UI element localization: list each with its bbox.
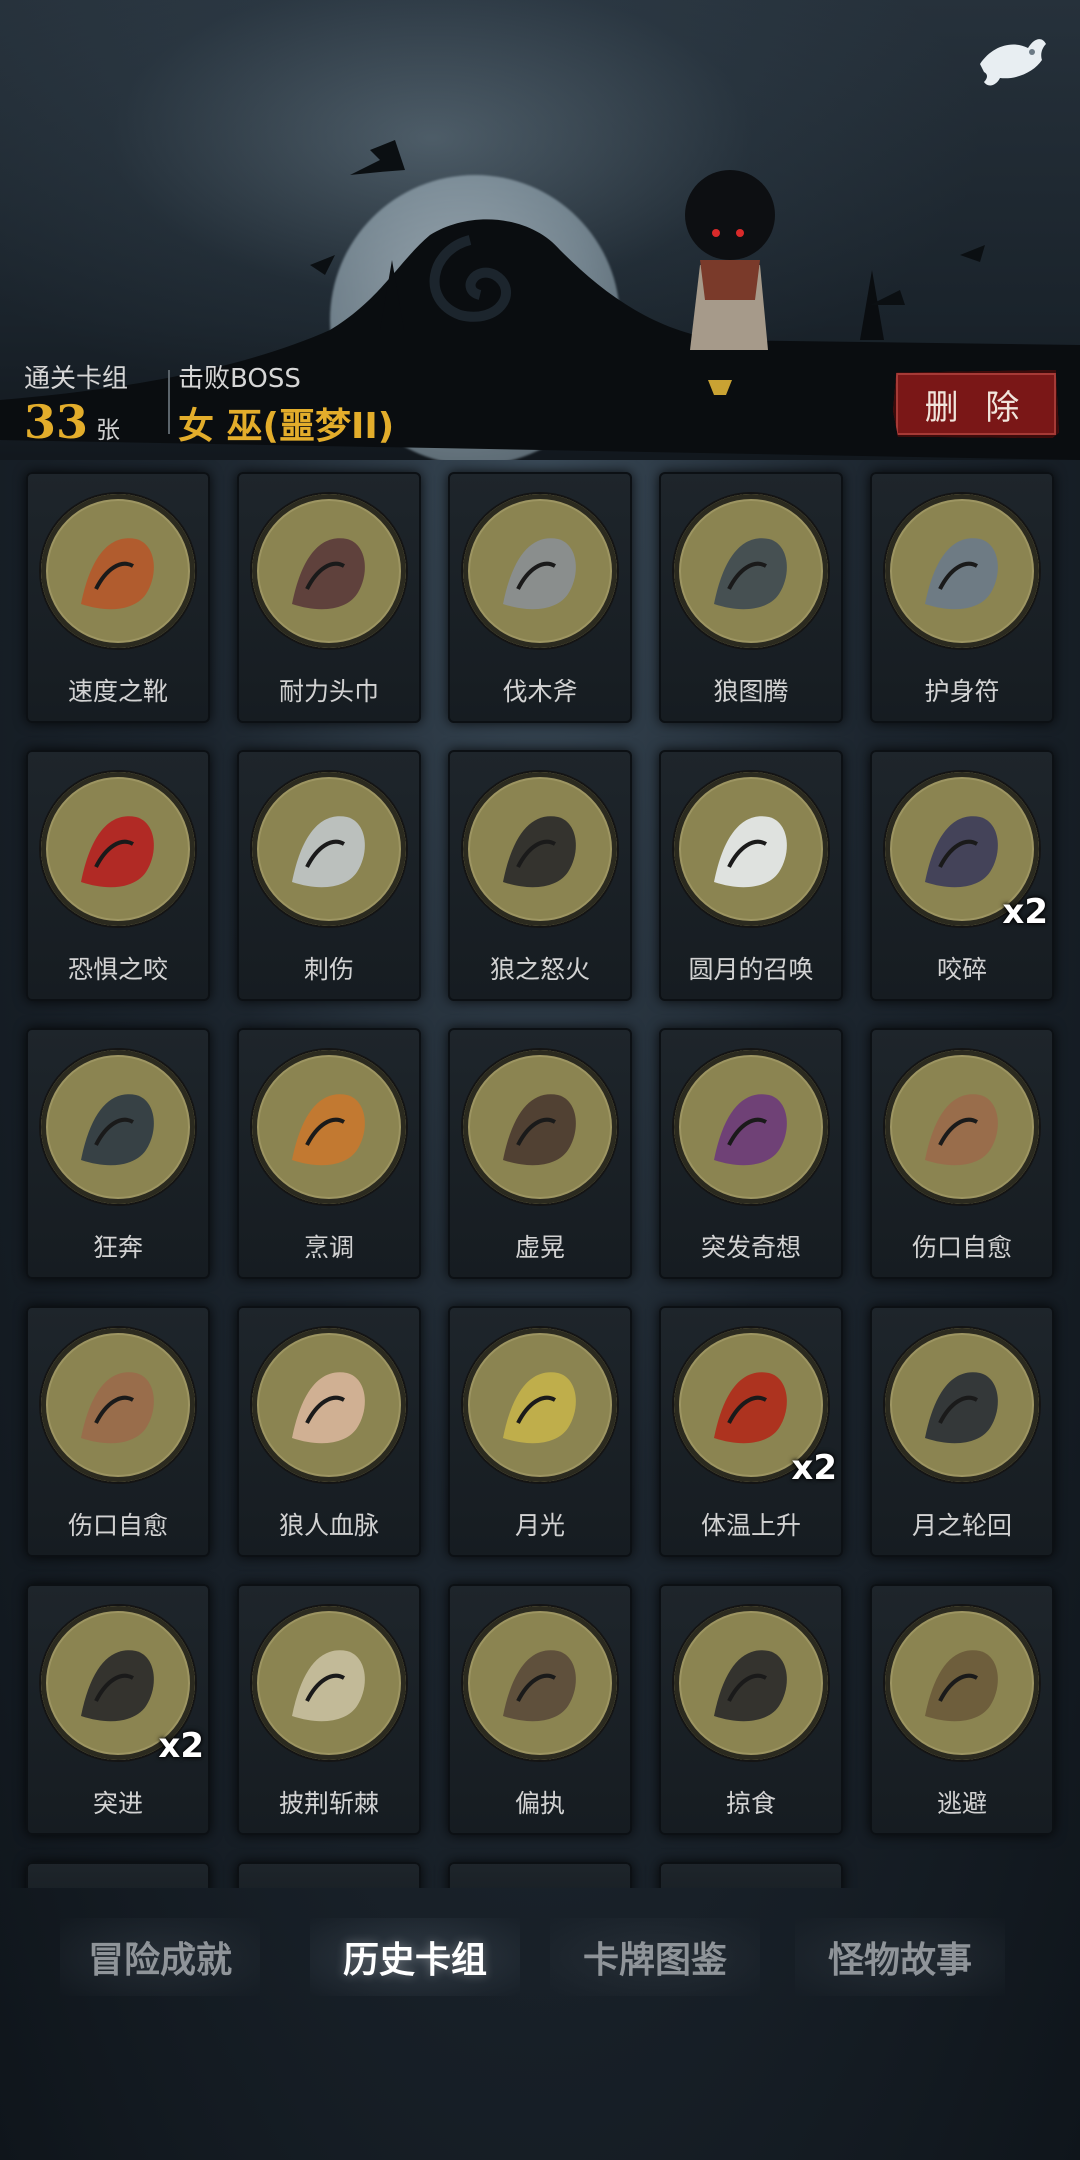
card-grid: 速度之靴 耐力头巾 伐木斧 狼图腾 护身符恐惧之咬 刺伤 狼之怒火 圆月的召唤 咬碎 x2 狂奔 烹调… bbox=[26, 472, 1054, 1888]
card-item[interactable]: 速度之靴 bbox=[26, 472, 210, 723]
heal-wound-icon bbox=[885, 1050, 1039, 1204]
card-name: 刺伤 bbox=[303, 955, 354, 984]
card-grid-scroll[interactable]: 速度之靴 耐力头巾 伐木斧 狼图腾 护身符恐惧之咬 刺伤 狼之怒火 圆月的召唤 咬碎 x2 狂奔 烹调… bbox=[0, 460, 1080, 1888]
boss-label: 击败BOSS bbox=[178, 364, 301, 394]
heal-wound-icon bbox=[41, 1328, 195, 1482]
moon-phases-icon bbox=[885, 1328, 1039, 1482]
card-item-partial[interactable] bbox=[237, 1862, 421, 1888]
card-name: 狼图腾 bbox=[713, 677, 789, 706]
card-name: 恐惧之咬 bbox=[67, 955, 168, 984]
card-item[interactable]: 突进 x2 bbox=[26, 1584, 210, 1835]
card-name: 咬碎 bbox=[936, 955, 987, 984]
card-item[interactable]: 咬碎 x2 bbox=[870, 750, 1054, 1001]
tab-monster-stories[interactable]: 怪物故事 bbox=[795, 1918, 1005, 1996]
card-name: 披荆斩棘 bbox=[278, 1789, 379, 1818]
card-name: 伐木斧 bbox=[502, 677, 578, 706]
headband-icon bbox=[252, 494, 406, 648]
wolf-bear-icon bbox=[463, 1606, 617, 1760]
card-multiplier-badge: x2 bbox=[1002, 892, 1048, 932]
card-name: 速度之靴 bbox=[67, 677, 168, 706]
boxer-icon bbox=[463, 1050, 617, 1204]
card-name: 偏执 bbox=[514, 1789, 565, 1818]
running-wolf-icon bbox=[41, 1050, 195, 1204]
card-item[interactable]: 突发奇想 bbox=[659, 1028, 843, 1279]
predator-icon bbox=[674, 1606, 828, 1760]
card-item[interactable]: 烹调 bbox=[237, 1028, 421, 1279]
card-item[interactable]: 护身符 bbox=[870, 472, 1054, 723]
card-item-partial[interactable] bbox=[26, 1862, 210, 1888]
card-name: 狂奔 bbox=[92, 1233, 143, 1262]
card-name: 狼人血脉 bbox=[278, 1511, 379, 1540]
ghost-back-icon bbox=[980, 39, 1046, 86]
boss-block: 击败BOSS 女 巫(噩梦II) bbox=[178, 358, 394, 449]
werewolf-hand-icon bbox=[252, 1328, 406, 1482]
deck-count-unit: 张 bbox=[96, 416, 121, 444]
card-name: 月之轮回 bbox=[911, 1511, 1012, 1540]
card-name: 突进 bbox=[92, 1789, 143, 1818]
fear-bite-icon bbox=[41, 772, 195, 926]
card-name: 体温上升 bbox=[700, 1511, 801, 1540]
card-item[interactable]: 刺伤 bbox=[237, 750, 421, 1001]
amulet-icon bbox=[885, 494, 1039, 648]
tab-history-decks[interactable]: 历史卡组 bbox=[310, 1918, 520, 1996]
card-item[interactable]: 狼人血脉 bbox=[237, 1306, 421, 1557]
card-name: 虚晃 bbox=[514, 1233, 565, 1262]
axe-icon bbox=[463, 494, 617, 648]
full-moon-forest-icon bbox=[674, 772, 828, 926]
tab-card-gallery[interactable]: 卡牌图鉴 bbox=[550, 1918, 760, 1996]
header-divider bbox=[168, 370, 170, 434]
card-name: 掠食 bbox=[725, 1789, 776, 1818]
idea-icon bbox=[674, 1050, 828, 1204]
deck-count-value: 33 bbox=[24, 395, 89, 449]
deck-count-label: 通关卡组 bbox=[24, 364, 129, 394]
boss-name: 女 巫(噩梦II) bbox=[178, 406, 395, 447]
card-name: 月光 bbox=[514, 1511, 565, 1540]
card-item[interactable]: 狂奔 bbox=[26, 1028, 210, 1279]
card-multiplier-badge: x2 bbox=[158, 1726, 204, 1766]
card-multiplier-badge: x2 bbox=[791, 1448, 837, 1488]
card-item[interactable]: 伐木斧 bbox=[448, 472, 632, 723]
card-item[interactable]: 体温上升 x2 bbox=[659, 1306, 843, 1557]
card-item[interactable]: 掠食 bbox=[659, 1584, 843, 1835]
card-name: 突发奇想 bbox=[700, 1233, 801, 1262]
card-item[interactable]: 逃避 bbox=[870, 1584, 1054, 1835]
card-item[interactable]: 月之轮回 bbox=[870, 1306, 1054, 1557]
wolf-totem-icon bbox=[674, 494, 828, 648]
card-name: 烹调 bbox=[303, 1233, 354, 1262]
card-item[interactable]: 虚晃 bbox=[448, 1028, 632, 1279]
header-scene: 通关卡组 33 张 击败BOSS 女 巫(噩梦II) 删 除 bbox=[0, 0, 1080, 460]
card-item[interactable]: 伤口自愈 bbox=[26, 1306, 210, 1557]
deck-count-block: 通关卡组 33 张 bbox=[24, 358, 128, 449]
card-item[interactable]: 偏执 bbox=[448, 1584, 632, 1835]
fox-cook-icon bbox=[252, 1050, 406, 1204]
card-name: 逃避 bbox=[936, 1789, 987, 1818]
card-name: 狼之怒火 bbox=[489, 955, 590, 984]
delete-button[interactable]: 删 除 bbox=[893, 370, 1059, 438]
card-name: 圆月的召唤 bbox=[688, 955, 814, 984]
card-item[interactable]: 伤口自愈 bbox=[870, 1028, 1054, 1279]
card-name: 护身符 bbox=[924, 677, 1000, 706]
card-name: 伤口自愈 bbox=[911, 1233, 1012, 1262]
card-item[interactable]: 狼之怒火 bbox=[448, 750, 632, 1001]
moonlight-icon bbox=[463, 1328, 617, 1482]
dagger-icon bbox=[252, 772, 406, 926]
card-item[interactable]: 圆月的召唤 bbox=[659, 750, 843, 1001]
boot-icon bbox=[41, 494, 195, 648]
card-item-partial[interactable] bbox=[659, 1862, 843, 1888]
card-name: 耐力头巾 bbox=[278, 677, 379, 706]
bottom-tab-bar: 冒险成就 历史卡组 卡牌图鉴 怪物故事 bbox=[60, 1918, 1020, 1996]
escape-icon bbox=[885, 1606, 1039, 1760]
card-item[interactable]: 耐力头巾 bbox=[237, 472, 421, 723]
card-item[interactable]: 狼图腾 bbox=[659, 472, 843, 723]
card-item[interactable]: 披荆斩棘 bbox=[237, 1584, 421, 1835]
card-item-partial[interactable] bbox=[448, 1862, 632, 1888]
thorn-cut-icon bbox=[252, 1606, 406, 1760]
tab-adventure-achievements[interactable]: 冒险成就 bbox=[60, 1918, 260, 1996]
card-item[interactable]: 月光 bbox=[448, 1306, 632, 1557]
back-button[interactable] bbox=[972, 26, 1052, 96]
card-item[interactable]: 恐惧之咬 bbox=[26, 750, 210, 1001]
card-name: 伤口自愈 bbox=[67, 1511, 168, 1540]
wolf-fury-icon bbox=[463, 772, 617, 926]
